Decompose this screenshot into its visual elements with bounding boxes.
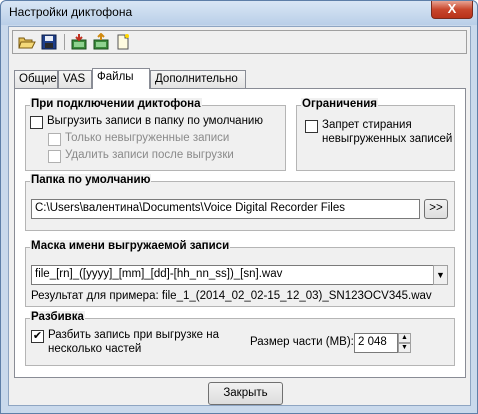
dialog-client: Общие VAS Файлы Дополнительно При подклю… (8, 26, 471, 406)
settings-window: Настройки диктофона X Общие VAS Файлы До… (0, 0, 478, 414)
default-folder-legend: Папка по умолчанию (30, 174, 152, 186)
split-label-line2: несколько частей (48, 343, 142, 355)
toolbar-separator (64, 34, 65, 50)
only-new-checkbox[interactable] (48, 133, 61, 146)
window-close-button[interactable]: X (431, 1, 473, 19)
delete-after-label: Удалить записи после выгрузки (65, 149, 234, 161)
window-title: Настройки диктофона (9, 5, 133, 19)
tab-vas-label: VAS (63, 73, 86, 85)
files-tab-panel: При подключении диктофона Выгрузить запи… (14, 88, 466, 378)
tab-vas[interactable]: VAS (58, 70, 92, 88)
connection-group: При подключении диктофона Выгрузить запи… (25, 98, 286, 171)
mask-example-text: Результат для примера: file_1_(2014_02_0… (31, 290, 432, 302)
toolbar (12, 30, 467, 54)
prevent-delete-label-line1: Запрет стирания (322, 119, 412, 131)
part-size-label: Размер части (MB): (250, 336, 354, 348)
only-new-label: Только невыгруженные записи (65, 132, 230, 144)
browse-folder-button[interactable]: >> (424, 199, 448, 219)
restrictions-group-legend: Ограничения (301, 98, 378, 110)
tab-advanced-label: Дополнительно (155, 73, 238, 85)
title-bar[interactable]: Настройки диктофона X (1, 1, 477, 25)
connection-group-legend: При подключении диктофона (30, 98, 202, 110)
tab-general[interactable]: Общие (14, 70, 58, 88)
prevent-delete-checkbox[interactable] (305, 120, 318, 133)
prevent-delete-label-line2: невыгруженных записей (322, 133, 453, 145)
mask-legend: Маска имени выгружаемой записи (30, 240, 231, 252)
split-group: Разбивка ✔ Разбить запись при выгрузке н… (25, 311, 455, 366)
export-icon[interactable] (91, 32, 111, 51)
split-label-line1: Разбить запись при выгрузке на (48, 329, 220, 341)
upload-default-label: Выгрузить записи в папку по умолчанию (47, 115, 263, 127)
tab-files-label: Файлы (97, 71, 134, 83)
save-icon[interactable] (39, 33, 59, 51)
default-folder-path-field[interactable]: C:\Users\валентина\Documents\Voice Digit… (31, 199, 420, 219)
new-document-icon[interactable] (113, 33, 133, 51)
mask-combobox[interactable]: file_[rn]_([yyyy]_[mm]_[dd]-[hh_nn_ss])_… (31, 265, 434, 285)
default-folder-group: Папка по умолчанию C:\Users\валентина\Do… (25, 174, 455, 231)
tab-general-label: Общие (19, 73, 57, 85)
upload-default-checkbox[interactable] (30, 116, 43, 129)
split-legend: Разбивка (30, 311, 85, 323)
import-icon[interactable] (69, 33, 89, 51)
restrictions-group: Ограничения Запрет стирания невыгруженны… (296, 98, 455, 171)
tab-advanced[interactable]: Дополнительно (150, 70, 246, 88)
close-button[interactable]: Закрыть (208, 382, 283, 405)
part-size-up-icon[interactable]: ▲ (398, 333, 411, 343)
delete-after-checkbox[interactable] (48, 150, 61, 163)
part-size-input[interactable]: 2 048 (354, 333, 398, 353)
mask-group: Маска имени выгружаемой записи file_[rn]… (25, 240, 455, 307)
part-size-down-icon[interactable]: ▼ (398, 343, 411, 353)
open-folder-icon[interactable] (17, 33, 37, 51)
mask-dropdown-arrow-icon[interactable]: ▼ (433, 265, 448, 285)
split-checkbox[interactable]: ✔ (31, 330, 44, 343)
tab-files[interactable]: Файлы (92, 68, 150, 89)
